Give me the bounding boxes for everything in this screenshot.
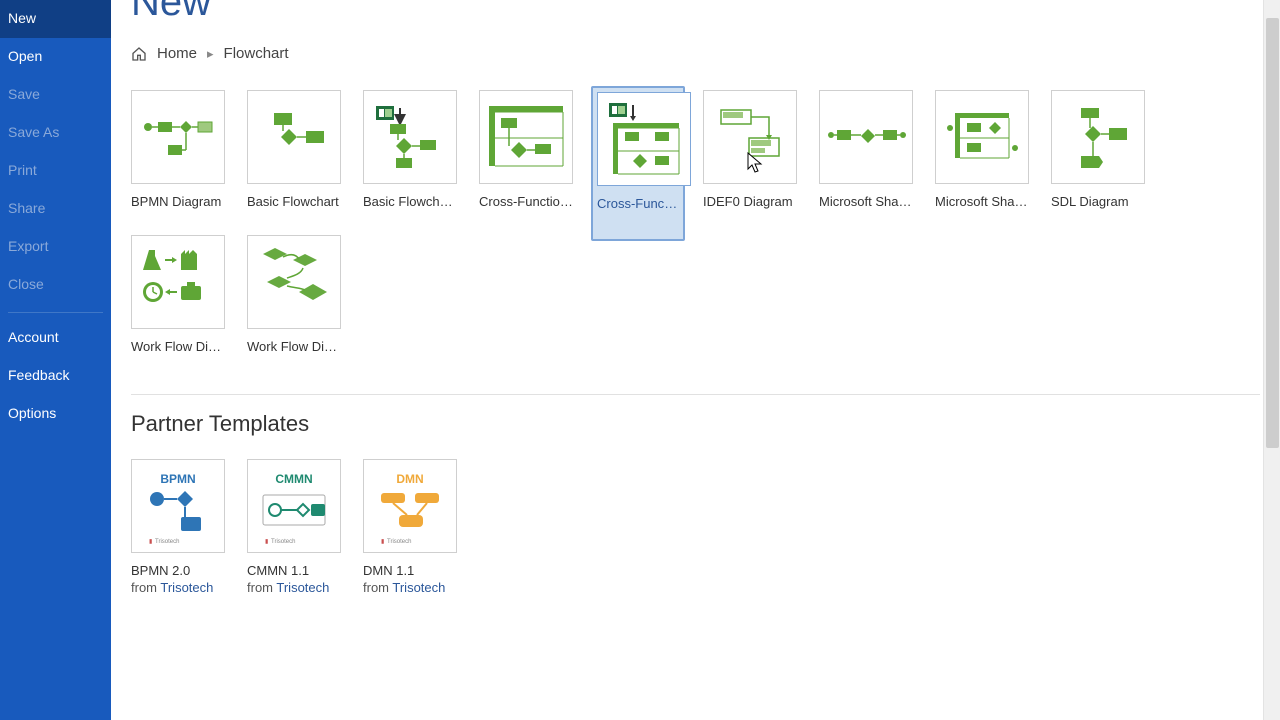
template-label: Microsoft Share...	[935, 194, 1029, 209]
partner-template-sub: from Trisotech	[363, 580, 457, 595]
sidebar-new[interactable]: New	[0, 0, 111, 38]
partner-template-label: DMN 1.1	[363, 563, 457, 578]
partner-template-label: BPMN 2.0	[131, 563, 225, 578]
template-cross-functional[interactable]: Cross-Functional...	[479, 90, 573, 213]
partner-templates-heading: Partner Templates	[131, 394, 1260, 437]
template-work-flow-1[interactable]: Work Flow Diagr...	[131, 235, 225, 354]
partner-template-cmmn[interactable]: CMMN ▮Trisotech CMMN 1.1 from Trisotech	[247, 459, 341, 595]
sidebar-options[interactable]: Options	[0, 395, 111, 433]
partner-template-bpmn[interactable]: BPMN ▮Trisotech BPMN 2.0 from Trisotech	[131, 459, 225, 595]
svg-text:▮: ▮	[381, 539, 384, 545]
home-icon[interactable]	[131, 46, 147, 62]
template-label: Microsoft Share...	[819, 194, 913, 209]
template-basic-flowchart[interactable]: Basic Flowchart	[247, 90, 341, 213]
svg-text:Trisotech: Trisotech	[155, 539, 179, 545]
template-label: Work Flow Diagr...	[247, 339, 341, 354]
vertical-scrollbar[interactable]	[1263, 0, 1280, 720]
sidebar-account[interactable]: Account	[0, 319, 111, 357]
sidebar-save: Save	[0, 76, 111, 114]
template-label: Basic Flowchart	[247, 194, 341, 209]
template-label: Basic Flowchart...	[363, 194, 457, 209]
svg-text:▮: ▮	[265, 539, 268, 545]
svg-text:▮: ▮	[149, 539, 152, 545]
template-label: SDL Diagram	[1051, 194, 1145, 209]
main-content: New Home ▸ Flowchart	[111, 0, 1280, 720]
page-title: New	[131, 0, 1260, 25]
partner-template-sub: from Trisotech	[131, 580, 225, 595]
template-sdl-diagram[interactable]: SDL Diagram	[1051, 90, 1145, 213]
partner-template-dmn[interactable]: DMN ▮Trisotech DMN 1.1 from Trisotech	[363, 459, 457, 595]
template-gallery: BPMN Diagram Basic Flowchart	[131, 90, 1260, 354]
breadcrumb-home[interactable]: Home	[157, 45, 197, 62]
breadcrumb-current[interactable]: Flowchart	[224, 45, 289, 62]
template-label: Cross-Functional...	[479, 194, 573, 209]
sidebar-save-as: Save As	[0, 114, 111, 152]
sidebar-share: Share	[0, 190, 111, 228]
badge-text: BPMN	[160, 472, 195, 486]
chevron-right-icon: ▸	[207, 46, 214, 62]
sidebar-print: Print	[0, 152, 111, 190]
backstage-sidebar: New Open Save Save As Print Share Export…	[0, 0, 111, 720]
template-label: Cross-Functional...	[597, 196, 679, 211]
sidebar-export: Export	[0, 228, 111, 266]
breadcrumb: Home ▸ Flowchart	[131, 45, 1260, 62]
template-label: BPMN Diagram	[131, 194, 225, 209]
sidebar-separator	[8, 312, 103, 313]
template-label: IDEF0 Diagram	[703, 194, 797, 209]
svg-text:Trisotech: Trisotech	[271, 539, 295, 545]
svg-text:Trisotech: Trisotech	[387, 539, 411, 545]
partner-templates-row: BPMN ▮Trisotech BPMN 2.0 from Trisotech …	[131, 459, 1260, 595]
scrollbar-thumb[interactable]	[1266, 18, 1279, 448]
partner-template-label: CMMN 1.1	[247, 563, 341, 578]
partner-template-sub: from Trisotech	[247, 580, 341, 595]
template-idef0-diagram[interactable]: IDEF0 Diagram	[703, 90, 797, 213]
template-label: Work Flow Diagr...	[131, 339, 225, 354]
sidebar-open[interactable]: Open	[0, 38, 111, 76]
template-microsoft-sharepoint-2[interactable]: Microsoft Share...	[935, 90, 1029, 213]
template-bpmn-diagram[interactable]: BPMN Diagram	[131, 90, 225, 213]
badge-text: CMMN	[275, 472, 312, 486]
template-microsoft-sharepoint-1[interactable]: Microsoft Share...	[819, 90, 913, 213]
template-work-flow-2[interactable]: Work Flow Diagr...	[247, 235, 341, 354]
sidebar-close: Close	[0, 266, 111, 304]
template-basic-flowchart-data[interactable]: Basic Flowchart...	[363, 90, 457, 213]
template-cross-functional-data[interactable]: Cross-Functional...	[591, 86, 685, 241]
badge-text: DMN	[396, 472, 423, 486]
sidebar-feedback[interactable]: Feedback	[0, 357, 111, 395]
